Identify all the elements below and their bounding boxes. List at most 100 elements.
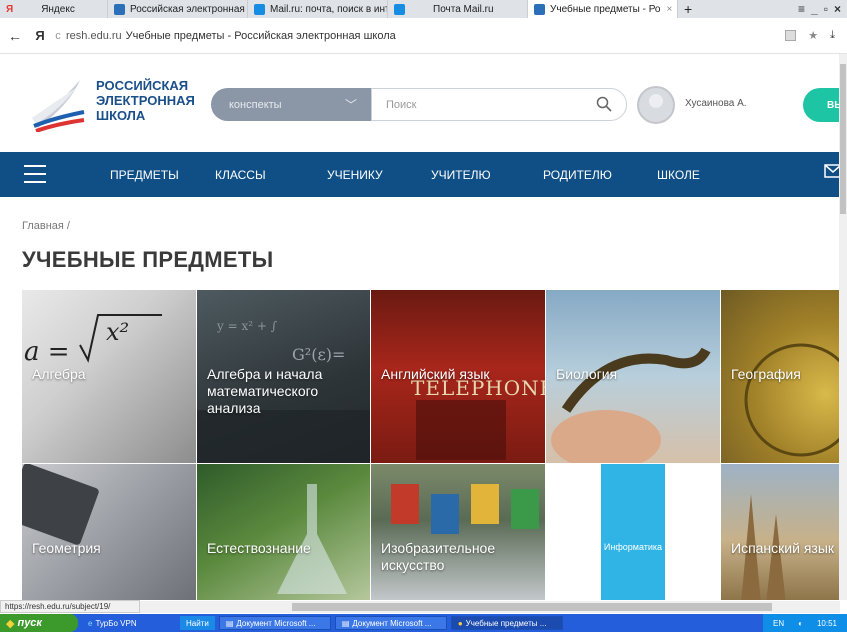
tab-mailru[interactable]: Mail.ru: почта, поиск в инт (248, 0, 388, 18)
svg-text:a =: a = (24, 337, 70, 367)
dropdown-value: конспекты (229, 98, 282, 111)
tab-yandex[interactable]: Я Яндекс (0, 0, 108, 18)
menu-icon[interactable]: ≡ (798, 2, 805, 16)
search-icon[interactable] (596, 96, 612, 112)
avatar[interactable] (637, 86, 675, 124)
tab-resh[interactable]: Российская электронная ш (108, 0, 248, 18)
subject-tile-label: География (731, 366, 801, 382)
clock[interactable]: 10:51 (817, 619, 837, 628)
restore-icon[interactable]: ▫ (824, 2, 828, 16)
mailru-favicon-icon (254, 3, 265, 15)
back-arrow-icon[interactable]: ← (0, 28, 30, 44)
page-title: УЧЕБНЫЕ ПРЕДМЕТЫ (22, 247, 274, 272)
taskbar-item-label: Документ Microsoft ... (236, 618, 316, 628)
school-logo-text[interactable]: РОССИЙСКАЯ ЭЛЕКТРОННАЯ ШКОЛА (96, 78, 195, 123)
start-button[interactable]: ◆ пуск (0, 614, 78, 632)
site-header: РОССИЙСКАЯ ЭЛЕКТРОННАЯ ШКОЛА конспекты ﹀… (0, 54, 847, 152)
taskbar-item-label: Учебные предметы ... (465, 618, 547, 628)
paint-jars-icon (391, 484, 539, 534)
subject-tile-label: Информатика (603, 542, 663, 552)
mail-favicon-icon (394, 3, 405, 15)
address-bar-actions: ★ ⤓ (785, 29, 847, 42)
tab-label: Учебные предметы - Ро (550, 3, 661, 15)
subject-tile-fine-art[interactable]: Изобразительное искусство (371, 464, 545, 600)
taskbar-item-label: Документ Microsoft ... (352, 618, 432, 628)
logo-line: ШКОЛА (96, 108, 146, 123)
reload-icon[interactable]: c (50, 30, 66, 42)
subject-tile-algebra-analysis[interactable]: G²(ε)= y = x² + ∫ Алгебра и начала матем… (197, 290, 370, 463)
nav-item-subjects[interactable]: ПРЕДМЕТЫ (110, 168, 179, 182)
yandex-logo-icon[interactable]: Я (30, 28, 50, 43)
search-input[interactable]: Поиск (371, 88, 627, 121)
search-placeholder: Поиск (386, 98, 417, 111)
subject-tile-geometry[interactable]: Геометрия (22, 464, 196, 600)
address-bar: ← Я c resh.edu.ru Учебные предметы - Рос… (0, 18, 847, 54)
subject-tile-geography[interactable]: География (721, 290, 847, 463)
word-doc-icon: ▤ (225, 618, 234, 628)
logo-line: РОССИЙСКАЯ (96, 78, 189, 93)
tab-mail[interactable]: Почта Mail.ru (388, 0, 528, 18)
network-icon[interactable]: ◐ (798, 619, 803, 628)
calculator-icon (22, 464, 99, 545)
scrollbar-thumb[interactable] (292, 603, 772, 611)
scrollbar-thumb[interactable] (840, 64, 846, 214)
yandex-icon: Я (6, 3, 14, 15)
download-icon[interactable]: ⤓ (830, 29, 835, 42)
hamburger-menu-icon[interactable] (24, 165, 46, 189)
search-scope-dropdown[interactable]: конспекты ﹀ (211, 88, 371, 121)
tab-label: Mail.ru: почта, поиск в инт (270, 3, 388, 15)
url-page-title[interactable]: Учебные предметы - Российская электронна… (126, 30, 396, 42)
flask-plant-icon (277, 484, 347, 594)
nav-item-student[interactable]: УЧЕНИКУ (327, 168, 383, 182)
taskbar-item-label: ТурБо VPN (95, 618, 137, 628)
breadcrumb[interactable]: Главная / (22, 220, 70, 232)
browser-icon: ● (457, 618, 463, 628)
nav-item-parent[interactable]: РОДИТЕЛЮ (543, 168, 612, 182)
chevron-down-icon: ﹀ (344, 98, 357, 112)
reader-mode-icon[interactable] (785, 30, 797, 41)
subject-tile-label: Изобразительное искусство (381, 540, 496, 573)
svg-text:y = x² + ∫: y = x² + ∫ (216, 319, 278, 333)
close-window-icon[interactable]: × (834, 2, 841, 16)
subject-tile-label: Английский язык (381, 366, 490, 382)
subject-tile-natural-science[interactable]: Естествознание (197, 464, 370, 600)
user-name[interactable]: Хусаинова А. (685, 98, 747, 109)
new-tab-button[interactable]: + (678, 0, 708, 18)
taskbar-item-browser[interactable]: ● Учебные предметы ... (450, 616, 563, 630)
taskbar-item-doc-2[interactable]: ▤ Документ Microsoft ... (334, 616, 447, 630)
subjects-grid: a = x² Алгебра G²(ε)= y = x² + ∫ Алгебра… (22, 290, 847, 600)
main-nav: ПРЕДМЕТЫ КЛАССЫ УЧЕНИКУ УЧИТЕЛЮ РОДИТЕЛЮ… (0, 152, 847, 197)
tab-subjects[interactable]: Учебные предметы - Ро × (528, 0, 678, 18)
nav-item-classes[interactable]: КЛАССЫ (215, 168, 266, 182)
subject-tile-label: Алгебра (32, 366, 86, 382)
vertical-scrollbar[interactable] (839, 54, 847, 600)
resh-favicon-icon (114, 3, 125, 15)
tab-label: Яндекс (41, 3, 75, 15)
taskbar-search[interactable]: Найти (180, 616, 215, 630)
subject-tile-algebra[interactable]: a = x² Алгебра (22, 290, 196, 463)
language-indicator[interactable]: EN (773, 619, 784, 628)
subject-tile-label: Биология (556, 366, 618, 382)
close-tab-icon[interactable]: × (667, 4, 673, 15)
school-logo-icon[interactable] (30, 74, 86, 132)
minimize-icon[interactable]: _ (811, 2, 818, 16)
subject-tile-label: Геометрия (32, 540, 101, 556)
window-controls: ≡ _ ▫ × (798, 2, 847, 16)
tab-label: Российская электронная ш (130, 3, 248, 15)
url-domain[interactable]: resh.edu.ru (66, 30, 122, 42)
subject-tile-english[interactable]: TELEPHONE Английский язык (371, 290, 545, 463)
subject-tile-informatics[interactable]: Информатика (546, 464, 720, 600)
word-doc-icon: ▤ (341, 618, 350, 628)
subject-tile-biology[interactable]: Биология (546, 290, 720, 463)
nav-item-teacher[interactable]: УЧИТЕЛЮ (431, 168, 491, 182)
subject-tile-spanish[interactable]: Испанский язык (721, 464, 847, 600)
svg-text:G²(ε)=: G²(ε)= (292, 345, 345, 364)
taskbar-item-doc-1[interactable]: ▤ Документ Microsoft ... (218, 616, 331, 630)
nav-item-school[interactable]: ШКОЛЕ (657, 168, 700, 182)
subject-tile-label: Естествознание (207, 540, 311, 556)
plus-icon: + (684, 1, 693, 17)
taskbar-item-vpn[interactable]: e ТурБо VPN (82, 616, 162, 630)
status-url: https://resh.edu.ru/subject/19/ (0, 600, 140, 613)
bookmark-star-icon[interactable]: ★ (808, 29, 818, 42)
cathedral-icon (741, 494, 786, 600)
